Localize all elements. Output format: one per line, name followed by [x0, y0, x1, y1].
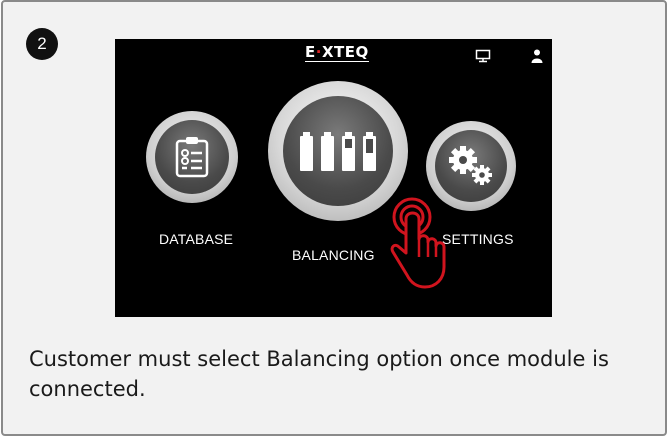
step-number-badge: 2: [26, 28, 58, 60]
balancing-label: BALANCING: [292, 247, 375, 263]
battery-cells-icon: [300, 132, 376, 171]
monitor-icon[interactable]: [475, 48, 491, 67]
clipboard-checklist-icon: [175, 137, 209, 178]
gears-icon: [449, 146, 492, 185]
instruction-card: 2 E·XTEQ DATABASE BALANCING SETTINGS Cus…: [1, 0, 667, 436]
settings-label: SETTINGS: [442, 231, 514, 247]
exteq-logo: E·XTEQ: [305, 43, 369, 62]
database-button[interactable]: [146, 111, 238, 203]
device-screen: E·XTEQ DATABASE BALANCING SETTINGS: [115, 39, 552, 317]
balancing-button[interactable]: [268, 81, 408, 221]
tap-hand-icon: [388, 197, 450, 297]
user-icon[interactable]: [531, 48, 543, 67]
database-button-face: [155, 120, 229, 194]
balancing-button-face: [283, 96, 393, 206]
settings-button-face: [435, 130, 507, 202]
instruction-caption: Customer must select Balancing option on…: [29, 347, 609, 401]
database-label: DATABASE: [159, 231, 234, 247]
